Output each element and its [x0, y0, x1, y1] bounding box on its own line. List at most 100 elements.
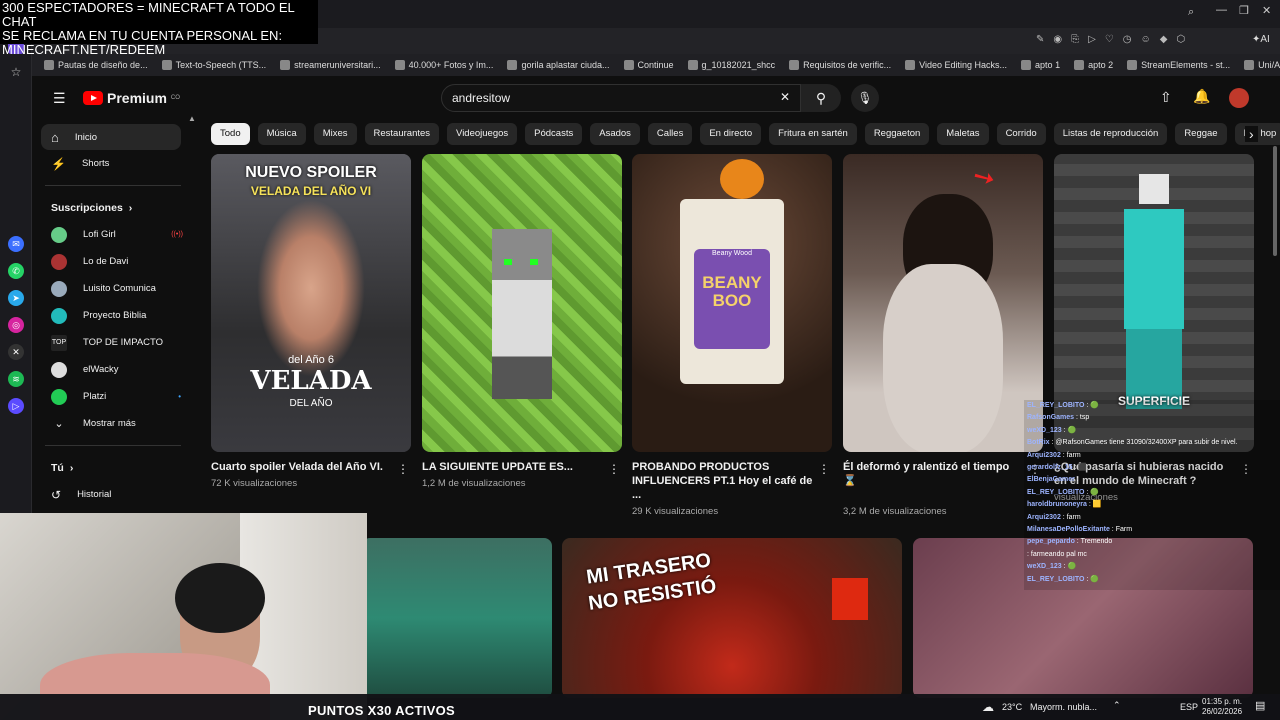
chip[interactable]: Listas de reproducción — [1053, 123, 1168, 145]
edit-icon[interactable]: ✎ — [1036, 34, 1044, 45]
more-options-icon[interactable]: ⋮ — [397, 462, 409, 476]
bookmark-item[interactable]: Continue — [623, 60, 674, 70]
cube-icon[interactable]: ⬡ — [1176, 34, 1185, 45]
player-icon[interactable]: ▷ — [8, 398, 24, 414]
messenger-icon[interactable]: ✉ — [8, 236, 24, 252]
chip[interactable]: Todo — [211, 123, 250, 145]
video-thumbnail[interactable] — [422, 154, 622, 452]
telegram-icon[interactable]: ➤ — [8, 290, 24, 306]
camera-icon[interactable]: ◉ — [1053, 34, 1062, 45]
bookmark-item[interactable]: Requisitos de verific... — [789, 60, 891, 70]
bookmark-item[interactable]: Text-to-Speech (TTS... — [161, 60, 266, 70]
video-thumbnail[interactable]: ➘ — [843, 154, 1043, 452]
video-card[interactable]: LA SIGUIENTE UPDATE ES... 1,2 M de visua… — [422, 154, 622, 489]
bookmark-item[interactable]: Video Editing Hacks... — [905, 60, 1007, 70]
heart-icon[interactable]: ♡ — [1105, 34, 1114, 45]
chip[interactable]: Música — [257, 123, 306, 145]
chip[interactable]: Reggaeton — [864, 123, 930, 145]
video-thumbnail[interactable]: Beany Wood BEANY BOO — [632, 154, 832, 452]
sidebar-item-more[interactable]: ⌄ Mostrar más — [33, 410, 193, 437]
tray-chevron-icon[interactable]: ⌃ — [1113, 700, 1121, 711]
search-icon[interactable]: ⌕ — [1188, 6, 1194, 19]
video-thumbnail[interactable]: NUEVO SPOILER VELADA DEL AÑO VI del Año … — [211, 154, 411, 452]
video-card[interactable]: NUEVO SPOILER VELADA DEL AÑO VI del Año … — [211, 154, 411, 489]
chip[interactable]: Corrido — [996, 123, 1046, 145]
video-title[interactable]: Él deformó y ralentizó el tiempo ⌛ — [843, 460, 1043, 488]
bookmark-item[interactable]: apto 1 — [1021, 60, 1060, 70]
chat-text: farmeando pal mc — [1030, 550, 1087, 558]
chip[interactable]: Restaurantes — [364, 123, 440, 145]
chip[interactable]: Videojuegos — [447, 123, 518, 145]
avatar[interactable] — [1229, 88, 1249, 108]
clock-icon[interactable]: ◷ — [1123, 34, 1132, 45]
search-input[interactable]: andresitow ✕ — [441, 84, 801, 112]
chip[interactable]: Calles — [647, 123, 693, 145]
video-title[interactable]: LA SIGUIENTE UPDATE ES... — [422, 460, 622, 474]
sidebar-item-sub[interactable]: TOP TOP DE IMPACTO — [33, 329, 193, 356]
video-thumbnail-row2-2[interactable]: MI TRASERO NO RESISTIÓ — [562, 538, 902, 698]
sidebar-item-sub[interactable]: elWacky — [33, 356, 193, 383]
scroll-up-icon[interactable]: ▲ — [188, 114, 196, 123]
chip[interactable]: Asados — [590, 123, 640, 145]
chevron-right-icon[interactable]: › — [1245, 126, 1258, 142]
menu-icon[interactable]: ☰ — [53, 90, 66, 107]
video-card[interactable]: ➘ Él deformó y ralentizó el tiempo ⌛ 3,2… — [843, 154, 1043, 517]
chip[interactable]: Fritura en sartén — [769, 123, 857, 145]
bookmark-item[interactable]: apto 2 — [1074, 60, 1113, 70]
whatsapp-icon[interactable]: ✆ — [8, 263, 24, 279]
more-options-icon[interactable]: ⋮ — [608, 462, 620, 476]
sidebar-item-inicio[interactable]: ⌂ Inicio — [41, 124, 181, 150]
user-icon[interactable]: ☺ — [1141, 34, 1151, 45]
bookmark-item[interactable]: Uni/Aris (@streame... — [1244, 60, 1280, 70]
chat-text: @RafsonGames tiene 31090/32400XP para su… — [1055, 439, 1238, 447]
star-icon[interactable]: ☆ — [8, 64, 24, 80]
search-button[interactable]: ⚲ — [801, 84, 841, 112]
notification-icon[interactable]: ▤ — [1255, 699, 1265, 712]
diamond-icon[interactable]: ◆ — [1160, 34, 1168, 45]
notifications-icon[interactable]: 🔔 — [1193, 88, 1210, 105]
more-options-icon[interactable]: ⋮ — [818, 462, 830, 476]
bookmark-item[interactable]: Pautas de diseño de... — [44, 60, 148, 70]
bookmark-item[interactable]: gorila aplastar ciuda... — [507, 60, 610, 70]
chip[interactable]: Maletas — [937, 123, 989, 145]
you-header[interactable]: Tú › — [33, 454, 193, 481]
upload-icon[interactable]: ⇧ — [1160, 89, 1172, 106]
video-card[interactable]: Beany Wood BEANY BOO PROBANDO PRODUCTOS … — [632, 154, 832, 517]
copy-icon[interactable]: ⎘ — [1071, 34, 1079, 45]
x-icon[interactable]: ✕ — [8, 344, 24, 360]
subscriptions-header[interactable]: Suscripciones › — [33, 194, 193, 221]
instagram-icon[interactable]: ◎ — [8, 317, 24, 333]
spotify-icon[interactable]: ≋ — [8, 371, 24, 387]
sidebar-item-sub[interactable]: Luisito Comunica — [33, 275, 193, 302]
bookmark-item[interactable]: streameruniversitari... — [280, 60, 381, 70]
sidebar-item-sub[interactable]: Proyecto Biblia — [33, 302, 193, 329]
sidebar-item-shorts[interactable]: ⚡ Shorts — [33, 150, 193, 177]
ai-button[interactable]: ✦AI — [1252, 34, 1270, 45]
youtube-logo[interactable]: Premium CO — [83, 90, 180, 106]
sidebar-item-label: Proyecto Biblia — [83, 310, 147, 321]
bookmark-item[interactable]: StreamElements - st... — [1127, 60, 1230, 70]
chat-user: MilanesaDePolloExitante — [1027, 526, 1110, 534]
chip[interactable]: Mixes — [313, 123, 357, 145]
bookmark-label: apto 1 — [1035, 60, 1061, 70]
bookmark-item[interactable]: g_10182021_shcc — [687, 60, 775, 70]
scrollbar[interactable] — [1273, 146, 1277, 256]
chip[interactable]: Reggae — [1175, 123, 1227, 145]
video-title[interactable]: Cuarto spoiler Velada del Año VI. — [211, 460, 411, 474]
bookmark-item[interactable]: 40.000+ Fotos y Im... — [394, 60, 493, 70]
sidebar-item-sub[interactable]: Lofi Girl ((•)) — [33, 221, 193, 248]
minimize-icon[interactable]: — — [1216, 4, 1227, 16]
play-icon[interactable]: ▷ — [1088, 34, 1096, 45]
clear-search-icon[interactable]: ✕ — [780, 90, 790, 104]
maximize-icon[interactable]: ❐ — [1239, 4, 1249, 17]
language[interactable]: ESP — [1180, 702, 1198, 712]
voice-search-button[interactable]: 🎙 — [851, 84, 879, 112]
video-thumbnail-row2-1[interactable] — [362, 538, 552, 698]
chip[interactable]: En directo — [700, 123, 762, 145]
sidebar-item-sub[interactable]: Lo de Davi — [33, 248, 193, 275]
chip[interactable]: Pódcasts — [525, 123, 583, 145]
video-title[interactable]: PROBANDO PRODUCTOS INFLUENCERS PT.1 Hoy … — [632, 460, 832, 502]
close-icon[interactable]: ✕ — [1262, 4, 1271, 17]
sidebar-item-history[interactable]: ↺ Historial — [33, 481, 193, 508]
sidebar-item-sub[interactable]: Platzi • — [33, 383, 193, 410]
